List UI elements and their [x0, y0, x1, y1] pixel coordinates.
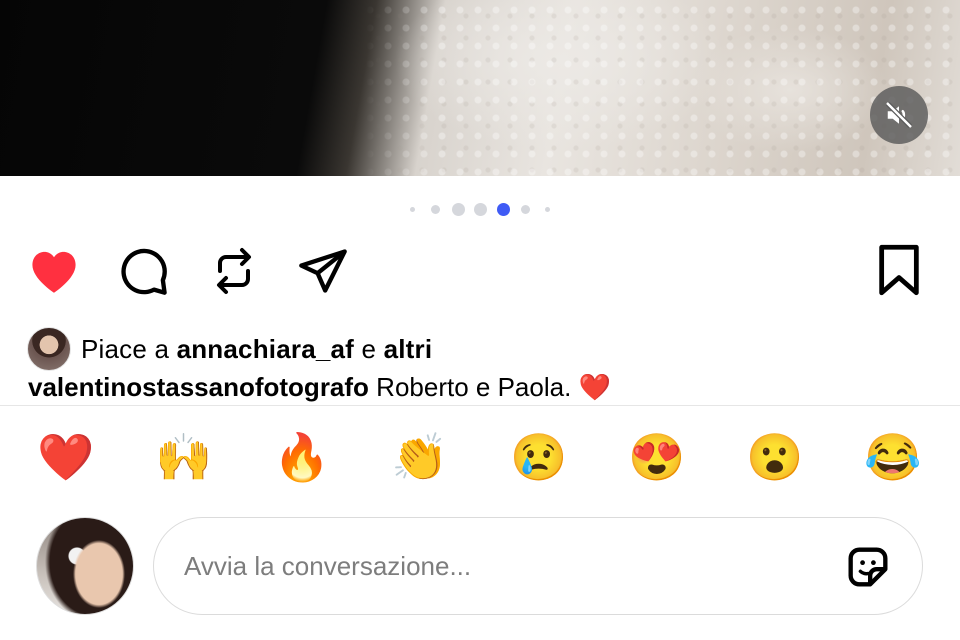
reaction-emoji-button[interactable]: 😂 [862, 426, 924, 488]
likes-others-link[interactable]: altri [384, 334, 433, 364]
share-button[interactable] [296, 245, 350, 297]
save-button[interactable] [876, 244, 922, 296]
sticker-icon [848, 547, 888, 587]
reaction-emoji-button[interactable]: 👏 [389, 426, 451, 488]
likes-conjunction: e [361, 333, 377, 364]
speaker-muted-icon [885, 101, 913, 129]
likes-summary[interactable]: Piace a annachiara_af e altri [27, 326, 432, 372]
post-media[interactable] [0, 0, 960, 176]
bookmark-icon [879, 244, 919, 296]
carousel-indicator [0, 202, 960, 216]
carousel-dot [430, 204, 440, 214]
caption-heart-emoji: ❤️ [578, 372, 611, 402]
sticker-button[interactable] [842, 541, 894, 593]
divider [0, 405, 960, 406]
comment-bubble-icon [121, 248, 167, 295]
caption-text: Roberto e Paola. [376, 372, 572, 402]
repost-icon [217, 248, 251, 294]
reaction-emoji-button[interactable]: ❤️ [35, 426, 97, 488]
liker-avatar[interactable] [27, 327, 71, 371]
carousel-dot [520, 204, 530, 214]
lace-texture [0, 0, 960, 176]
carousel-dot [409, 206, 415, 212]
quick-reactions-bar: ❤️ 🙌 🔥 👏 😢 😍 😮 😂 [0, 424, 960, 490]
carousel-dot [544, 206, 550, 212]
carousel-dot [496, 202, 510, 216]
reaction-emoji-button[interactable]: 🙌 [153, 426, 215, 488]
carousel-dot [451, 202, 465, 216]
comment-composer[interactable] [153, 517, 923, 615]
repost-button[interactable] [210, 245, 258, 297]
like-button[interactable] [26, 245, 82, 295]
paper-plane-icon [299, 249, 347, 293]
heart-filled-icon [32, 251, 76, 293]
reaction-emoji-button[interactable]: 😢 [508, 426, 570, 488]
reaction-emoji-button[interactable]: 😮 [744, 426, 806, 488]
comment-input[interactable] [182, 549, 806, 583]
likes-text: Piace a annachiara_af e altri [81, 334, 432, 365]
likes-prefix: Piace a [81, 333, 170, 364]
post-caption: valentinostassanofotografo Roberto e Pao… [28, 372, 611, 406]
liker-username[interactable]: annachiara_af [177, 334, 354, 364]
caption-username[interactable]: valentinostassanofotografo [28, 372, 369, 402]
carousel-dot [473, 202, 487, 216]
reaction-emoji-button[interactable]: 🔥 [271, 426, 333, 488]
reaction-emoji-button[interactable]: 😍 [626, 426, 688, 488]
mute-button[interactable] [870, 86, 928, 144]
comment-button[interactable] [118, 245, 170, 297]
user-avatar[interactable] [36, 517, 134, 615]
